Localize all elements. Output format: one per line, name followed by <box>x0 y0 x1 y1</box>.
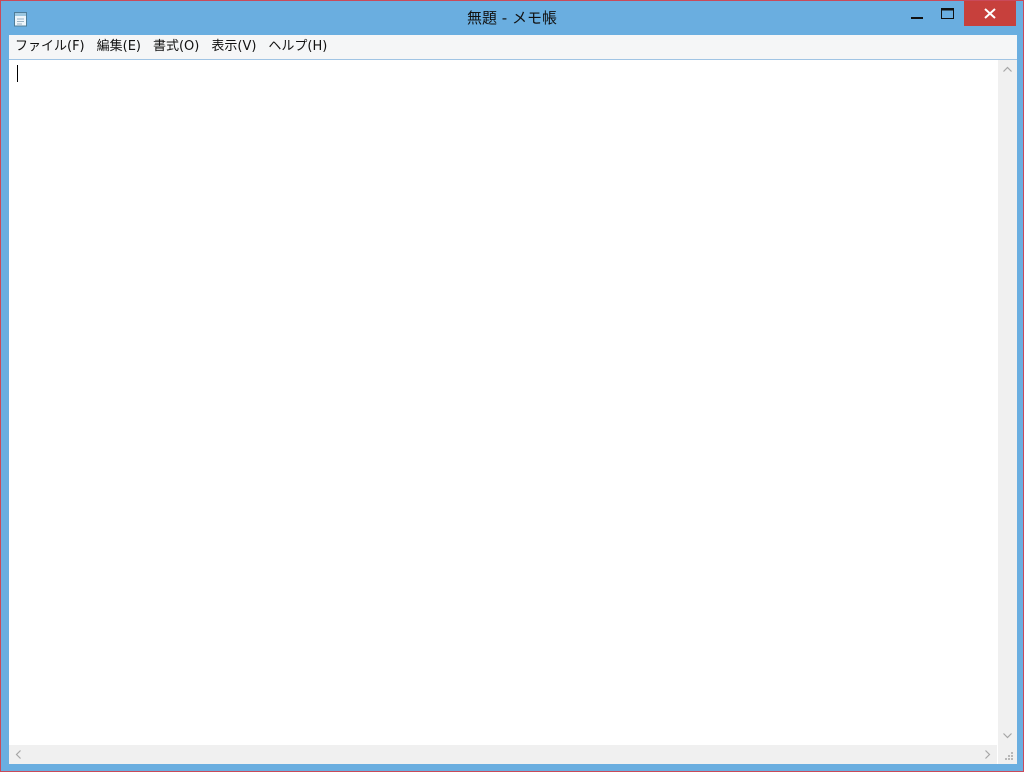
menu-help[interactable]: ヘルプ(H) <box>262 35 333 59</box>
menu-file[interactable]: ファイル(F) <box>9 35 91 59</box>
scroll-left-icon[interactable] <box>9 745 28 764</box>
resize-grip[interactable] <box>998 745 1017 764</box>
notepad-window: 無題 - メモ帳 ファイル(F) 編集(E) 書式(O) 表示(V) ヘルプ(H… <box>0 0 1024 772</box>
scroll-right-icon[interactable] <box>978 745 997 764</box>
scroll-up-icon[interactable] <box>998 60 1017 79</box>
menu-view[interactable]: 表示(V) <box>205 35 262 59</box>
minimize-icon <box>911 17 923 19</box>
vertical-scrollbar[interactable] <box>998 60 1017 745</box>
text-caret <box>17 65 18 82</box>
horizontal-scrollbar[interactable] <box>9 745 997 764</box>
close-button[interactable] <box>964 1 1016 26</box>
menu-format[interactable]: 書式(O) <box>147 35 205 59</box>
maximize-button[interactable] <box>934 1 960 27</box>
menu-bar: ファイル(F) 編集(E) 書式(O) 表示(V) ヘルプ(H) <box>9 35 1017 59</box>
scroll-down-icon[interactable] <box>998 726 1017 745</box>
resize-grip-icon <box>1005 752 1013 760</box>
title-bar[interactable]: 無題 - メモ帳 <box>1 1 1023 35</box>
maximize-icon <box>941 8 954 19</box>
window-title: 無題 - メモ帳 <box>467 9 557 27</box>
editor-area <box>9 59 1017 764</box>
menu-edit[interactable]: 編集(E) <box>91 35 147 59</box>
minimize-button[interactable] <box>904 1 930 27</box>
text-area[interactable] <box>9 60 997 745</box>
close-icon <box>984 8 996 19</box>
